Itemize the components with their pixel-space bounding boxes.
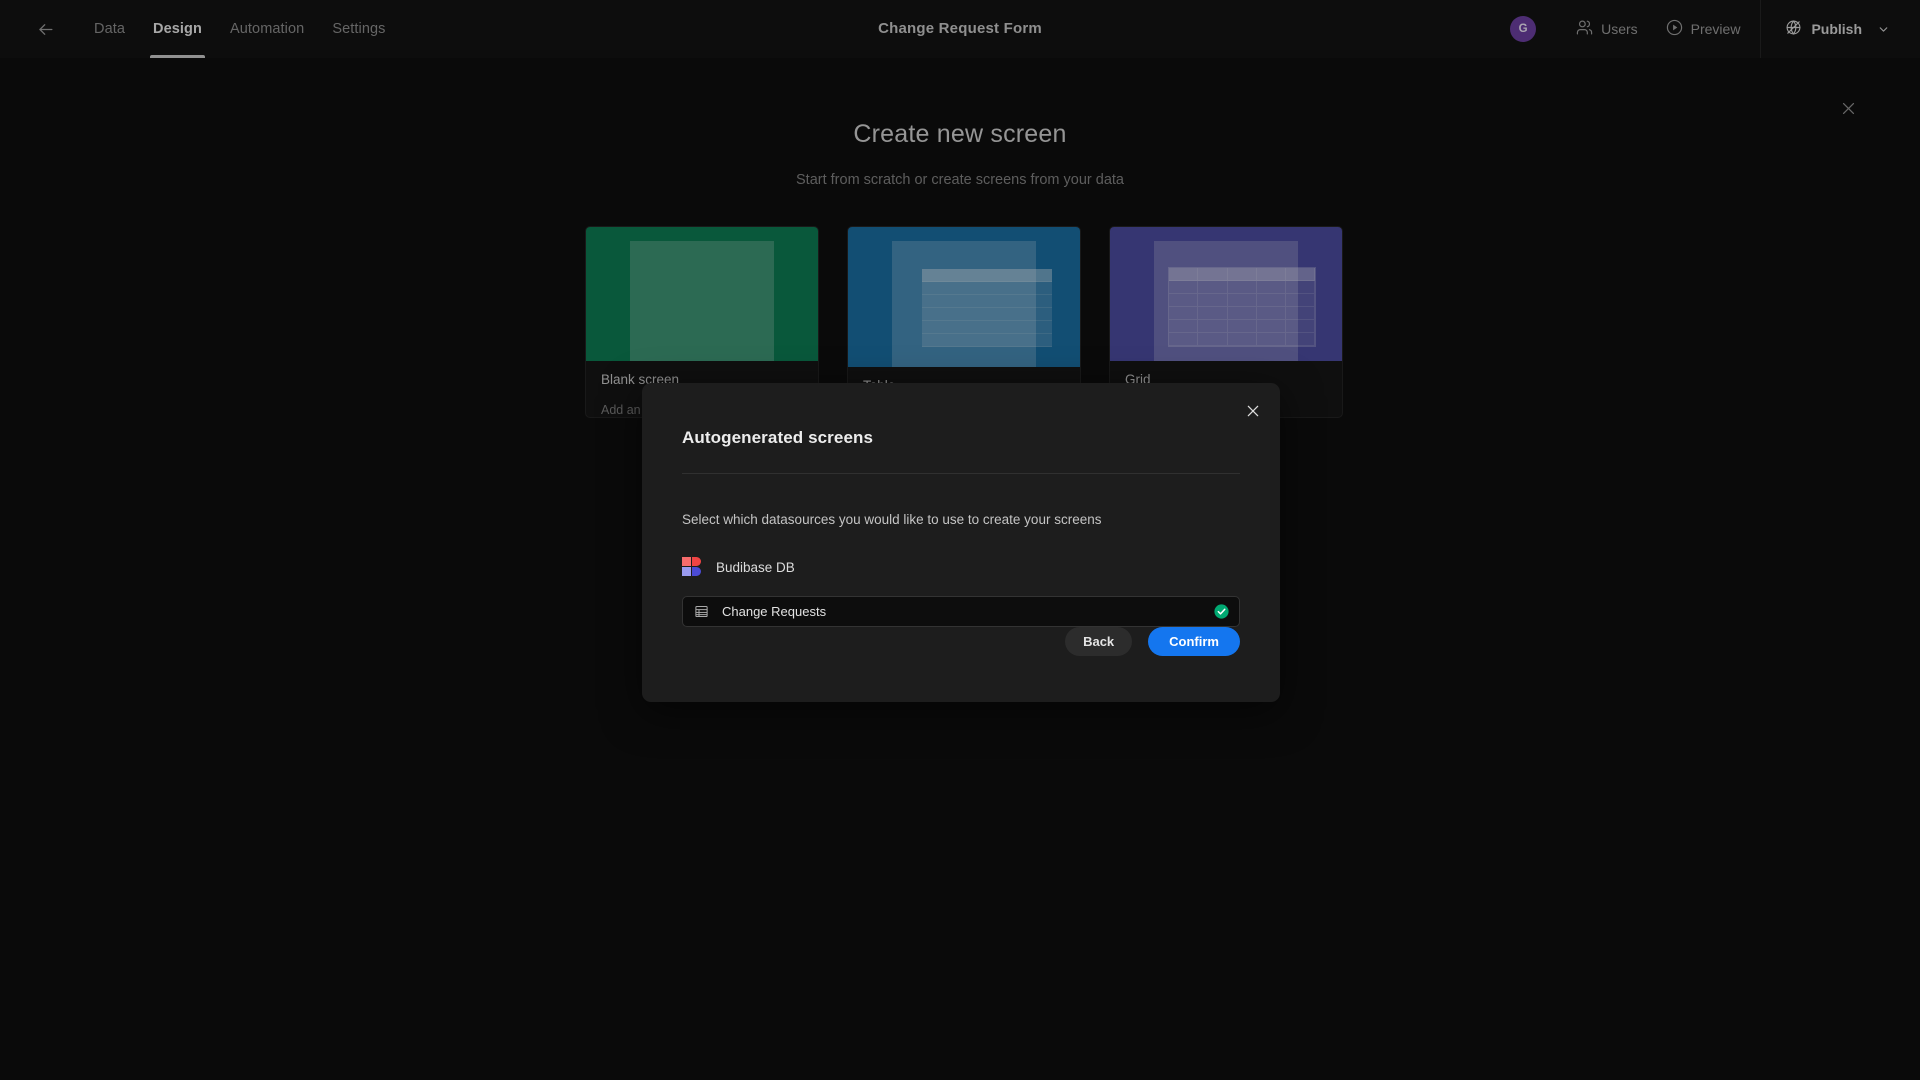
modal-title: Autogenerated screens [682,428,874,447]
back-button[interactable]: Back [1065,627,1133,656]
datasource-budibase-db: Budibase DB [682,557,1240,578]
autogenerated-screens-modal: Autogenerated screens Select which datas… [642,383,1280,702]
modal-divider [682,473,1240,474]
datasource-list: Select which datasources you would like … [682,512,1240,627]
modal-action-buttons: Back Confirm [1065,627,1240,656]
modal-close-button[interactable] [1239,397,1267,425]
datasource-name: Budibase DB [716,560,795,575]
check-circle-icon[interactable] [1213,603,1230,620]
modal-subtitle: Select which datasources you would like … [682,512,1102,527]
datasource-table-change-requests[interactable]: Change Requests [682,596,1240,627]
table-icon [694,604,709,619]
confirm-button[interactable]: Confirm [1148,627,1240,656]
table-name: Change Requests [722,604,827,619]
budibase-logo-icon [682,557,703,578]
